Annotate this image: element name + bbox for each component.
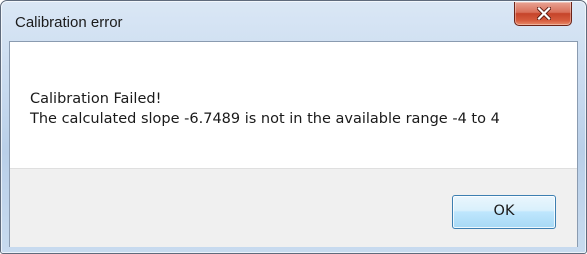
close-button[interactable]	[514, 2, 572, 26]
title-bar[interactable]: Calibration error	[1, 1, 586, 41]
dialog-content: Calibration Failed! The calculated slope…	[9, 41, 578, 247]
ok-button[interactable]: OK	[452, 195, 556, 229]
message-line-2: The calculated slope -6.7489 is not in t…	[30, 111, 500, 127]
button-bar: OK	[10, 168, 577, 247]
error-message: Calibration Failed! The calculated slope…	[30, 89, 500, 129]
message-line-1: Calibration Failed!	[30, 91, 162, 107]
close-icon	[537, 7, 551, 20]
dialog-window: Calibration error Calibration Failed! Th…	[0, 0, 587, 254]
window-title: Calibration error	[15, 14, 123, 31]
